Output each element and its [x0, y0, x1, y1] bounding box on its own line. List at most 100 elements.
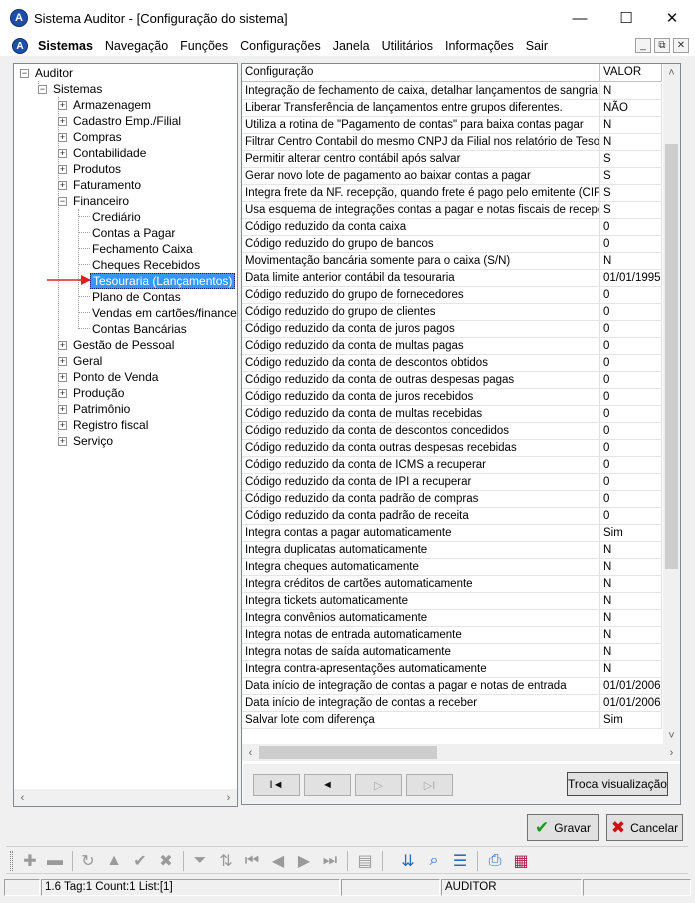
table-row[interactable]: Integra créditos de cartões automaticame…: [242, 576, 662, 593]
grid-vertical-scrollbar[interactable]: ˄ ˅: [663, 64, 680, 744]
config-value-cell[interactable]: 01/01/1995: [600, 270, 662, 286]
config-value-cell[interactable]: NÃO: [600, 100, 662, 116]
table-row[interactable]: Código reduzido da conta de outras despe…: [242, 372, 662, 389]
maximize-button[interactable]: ☐: [603, 0, 649, 36]
previous-icon[interactable]: ◀: [268, 851, 288, 871]
table-row[interactable]: Data início de integração de contas a re…: [242, 695, 662, 712]
table-row[interactable]: Código reduzido da conta de descontos co…: [242, 423, 662, 440]
config-value-cell[interactable]: 0: [600, 338, 662, 354]
config-value-cell[interactable]: N: [600, 83, 662, 99]
grid-hscroll-thumb[interactable]: [259, 746, 437, 759]
config-name-cell[interactable]: Integra créditos de cartões automaticame…: [242, 576, 600, 592]
config-name-cell[interactable]: Integra frete da NF. recepção, quando fr…: [242, 185, 600, 201]
tree-node-geral[interactable]: + Geral: [58, 353, 104, 369]
tree-node-registro-fiscal[interactable]: + Registro fiscal: [58, 417, 150, 433]
table-row[interactable]: Data limite anterior contábil da tesoura…: [242, 270, 662, 287]
config-name-cell[interactable]: Integra contas a pagar automaticamente: [242, 525, 600, 541]
config-value-cell[interactable]: 0: [600, 389, 662, 405]
tree-node-plano-contas[interactable]: Plano de Contas: [90, 289, 183, 305]
config-name-cell[interactable]: Código reduzido da conta padrão de compr…: [242, 491, 600, 507]
table-row[interactable]: Permitir alterar centro contábil após sa…: [242, 151, 662, 168]
config-value-cell[interactable]: 01/01/2006: [600, 695, 662, 711]
table-row[interactable]: Integra tickets automaticamente N: [242, 593, 662, 610]
config-value-cell[interactable]: 0: [600, 321, 662, 337]
tree-node-crediario[interactable]: Crediário: [90, 209, 143, 225]
table-row[interactable]: Integra notas de entrada automaticamente…: [242, 627, 662, 644]
table-row[interactable]: Código reduzido da conta caixa 0: [242, 219, 662, 236]
save-button[interactable]: ✔ Gravar: [527, 814, 599, 841]
mdi-restore-button[interactable]: ⧉: [654, 38, 670, 53]
grid-scroll-thumb[interactable]: [665, 144, 678, 569]
config-value-cell[interactable]: 0: [600, 406, 662, 422]
config-name-cell[interactable]: Código reduzido do grupo de fornecedores: [242, 287, 600, 303]
config-value-cell[interactable]: S: [600, 168, 662, 184]
config-name-cell[interactable]: Integra convênios automaticamente: [242, 610, 600, 626]
menu-utilitarios[interactable]: Utilitários: [376, 39, 439, 53]
table-row[interactable]: Integra frete da NF. recepção, quando fr…: [242, 185, 662, 202]
mdi-minimize-button[interactable]: _: [635, 38, 651, 53]
tree-node-patrimonio[interactable]: + Patrimônio: [58, 401, 132, 417]
config-name-cell[interactable]: Código reduzido da conta de multas pagas: [242, 338, 600, 354]
table-row[interactable]: Gerar novo lote de pagamento ao baixar c…: [242, 168, 662, 185]
config-value-cell[interactable]: Sim: [600, 525, 662, 541]
tree-horizontal-scrollbar[interactable]: ‹ ›: [14, 789, 237, 806]
config-value-cell[interactable]: 0: [600, 457, 662, 473]
config-name-cell[interactable]: Integra cheques automaticamente: [242, 559, 600, 575]
config-value-cell[interactable]: 0: [600, 372, 662, 388]
refresh-icon[interactable]: ↻: [78, 851, 98, 871]
config-value-cell[interactable]: 0: [600, 423, 662, 439]
config-value-cell[interactable]: N: [600, 559, 662, 575]
config-name-cell[interactable]: Código reduzido da conta de juros recebi…: [242, 389, 600, 405]
column-header-valor[interactable]: VALOR: [600, 64, 662, 82]
tree-node-compras[interactable]: + Compras: [58, 129, 124, 145]
config-value-cell[interactable]: N: [600, 576, 662, 592]
remove-icon[interactable]: ▬: [45, 851, 65, 871]
config-name-cell[interactable]: Código reduzido da conta padrão de recei…: [242, 508, 600, 524]
tree-node-contas-bancarias[interactable]: Contas Bancárias: [90, 321, 189, 337]
config-value-cell[interactable]: N: [600, 134, 662, 150]
cancel-button[interactable]: ✖ Cancelar: [606, 814, 683, 841]
table-row[interactable]: Usa esquema de integrações contas a paga…: [242, 202, 662, 219]
collapse-icon[interactable]: −: [20, 68, 29, 78]
expand-icon[interactable]: +: [58, 436, 67, 446]
expand-icon[interactable]: +: [58, 372, 67, 382]
config-name-cell[interactable]: Data início de integração de contas a re…: [242, 695, 600, 711]
table-row[interactable]: Integra convênios automaticamente N: [242, 610, 662, 627]
config-value-cell[interactable]: 0: [600, 508, 662, 524]
menu-navegacao[interactable]: Navegação: [99, 39, 174, 53]
menu-funcoes[interactable]: Funções: [174, 39, 234, 53]
config-name-cell[interactable]: Código reduzido da conta outras despesas…: [242, 440, 600, 456]
edit-icon[interactable]: ▲: [104, 851, 124, 871]
config-name-cell[interactable]: Salvar lote com diferença: [242, 712, 600, 728]
menu-sair[interactable]: Sair: [520, 39, 554, 53]
tree-node-gestao-pessoal[interactable]: + Gestão de Pessoal: [58, 337, 176, 353]
tree-node-servico[interactable]: + Serviço: [58, 433, 115, 449]
expand-icon[interactable]: +: [58, 116, 67, 126]
tree-node-contabilidade[interactable]: + Contabilidade: [58, 145, 148, 161]
config-value-cell[interactable]: 01/01/2006: [600, 678, 662, 694]
tree-node-tesouraria[interactable]: Tesouraria (Lançamentos): [90, 273, 236, 289]
config-name-cell[interactable]: Filtrar Centro Contabil do mesmo CNPJ da…: [242, 134, 600, 150]
config-name-cell[interactable]: Código reduzido da conta de descontos ob…: [242, 355, 600, 371]
collapse-icon[interactable]: −: [38, 84, 47, 94]
config-value-cell[interactable]: 0: [600, 440, 662, 456]
printer-icon[interactable]: ⎙: [485, 851, 505, 871]
last-record-button[interactable]: ▷I: [406, 774, 453, 796]
table-row[interactable]: Código reduzido da conta de IPI a recupe…: [242, 474, 662, 491]
tree-node-produtos[interactable]: + Produtos: [58, 161, 123, 177]
table-row[interactable]: Movimentação bancária somente para o cai…: [242, 253, 662, 270]
config-value-cell[interactable]: S: [600, 151, 662, 167]
config-name-cell[interactable]: Código reduzido do grupo de clientes: [242, 304, 600, 320]
last-icon[interactable]: ⏭: [320, 851, 340, 871]
config-name-cell[interactable]: Usa esquema de integrações contas a paga…: [242, 202, 600, 218]
tree-node-contas-pagar[interactable]: Contas a Pagar: [90, 225, 177, 241]
scroll-left-icon[interactable]: ‹: [14, 789, 31, 806]
menu-informacoes[interactable]: Informações: [439, 39, 520, 53]
expand-icon[interactable]: +: [58, 148, 67, 158]
table-row[interactable]: Integra cheques automaticamente N: [242, 559, 662, 576]
config-name-cell[interactable]: Liberar Transferência de lançamentos ent…: [242, 100, 600, 116]
table-row[interactable]: Integra contra-apresentações automaticam…: [242, 661, 662, 678]
config-name-cell[interactable]: Código reduzido da conta de outras despe…: [242, 372, 600, 388]
expand-icon[interactable]: +: [58, 404, 67, 414]
table-row[interactable]: Código reduzido da conta de descontos ob…: [242, 355, 662, 372]
